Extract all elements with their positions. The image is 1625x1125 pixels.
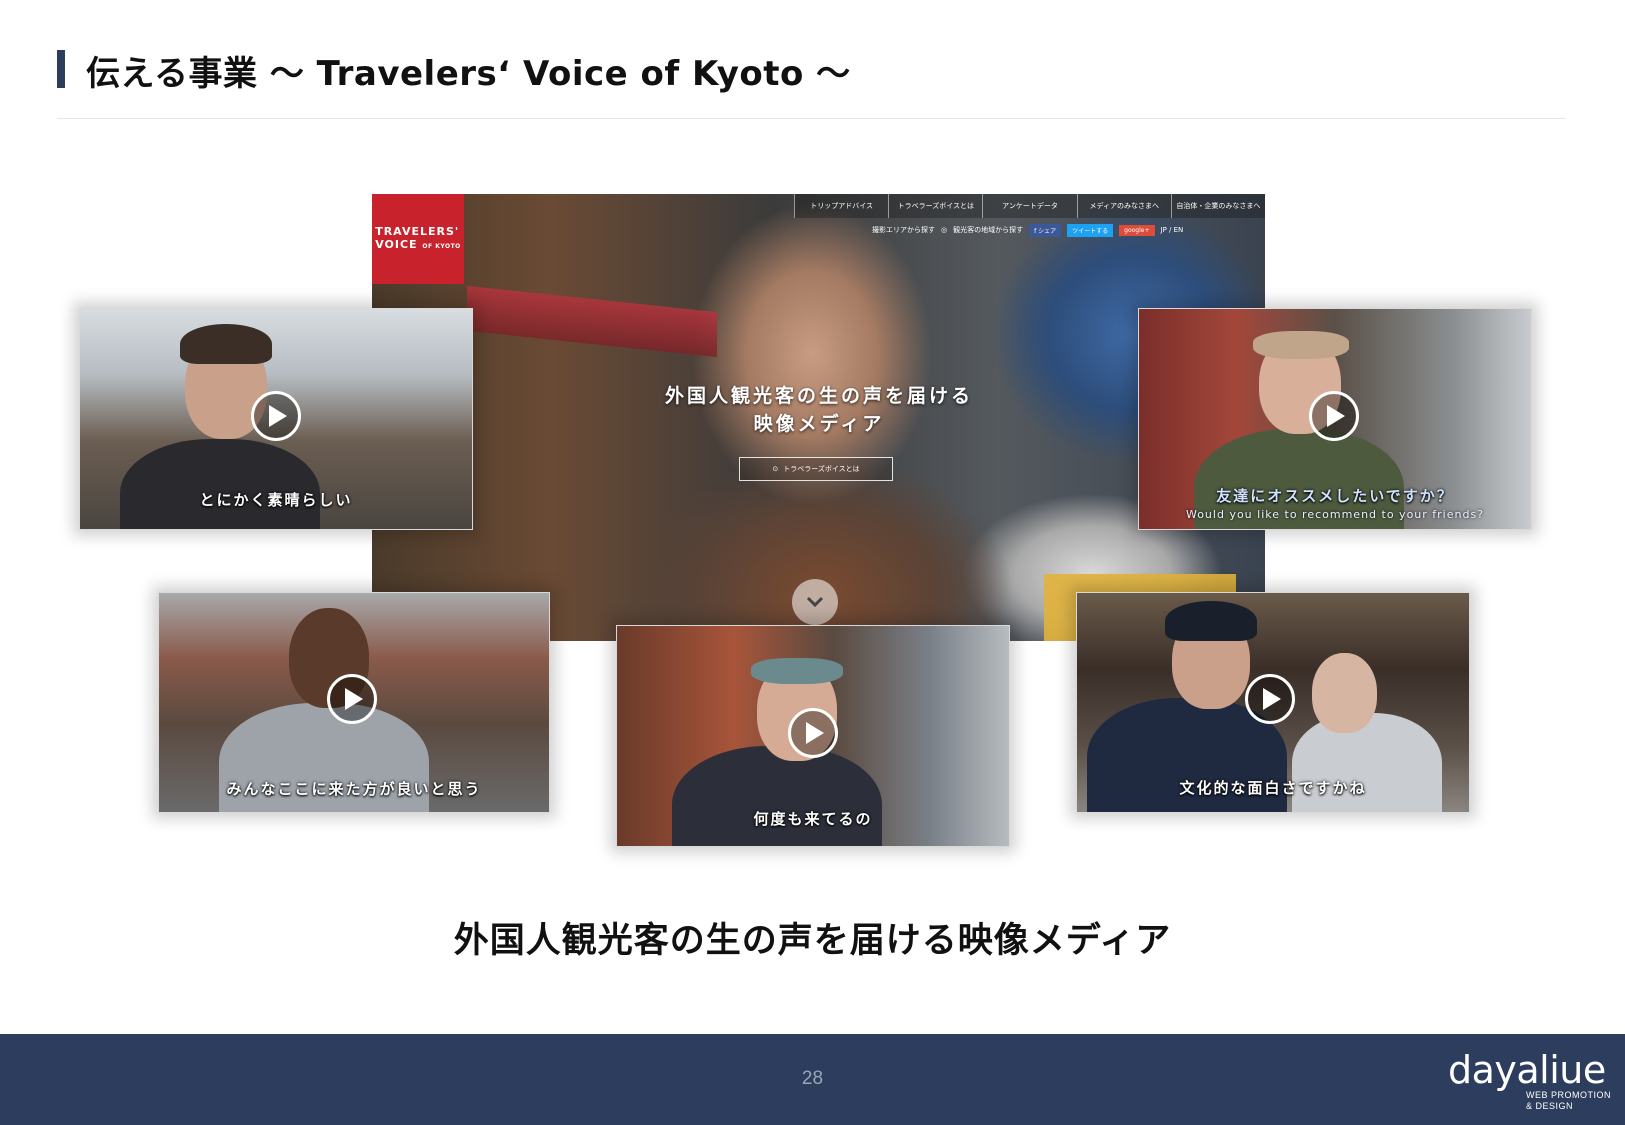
nav-item-survey[interactable]: アンケートデータ	[982, 194, 1076, 218]
play-circle-icon: ⊙	[772, 465, 779, 473]
about-button-label: トラベラーズボイスとは	[783, 465, 860, 473]
video-caption: みんなここに来た方が良いと思う	[226, 780, 482, 798]
video-caption: とにかく素晴らしい	[199, 491, 353, 509]
video-thumbnail[interactable]: 何度も来てるの	[616, 625, 1010, 847]
area-search-link[interactable]: 撮影エリアから探す	[872, 225, 935, 235]
video-caption-english: Would you like to recommend to your frie…	[1185, 508, 1485, 521]
video-caption: 友達にオススメしたいですか？	[1216, 487, 1454, 505]
facebook-share-button[interactable]: f シェア	[1029, 223, 1062, 237]
page-title: 伝える事業 〜 Travelers‘ Voice of Kyoto 〜	[86, 54, 851, 94]
play-button[interactable]	[327, 674, 377, 724]
nav-item-trip-advice[interactable]: トリップアドバイス	[794, 194, 888, 218]
play-button[interactable]	[788, 708, 838, 758]
nav-item-media[interactable]: メディアのみなさまへ	[1076, 194, 1171, 218]
page-number: 28	[801, 1068, 824, 1089]
hero-tagline: 外国人観光客の生の声を届ける 映像メディア	[604, 382, 1034, 438]
title-accent-bar	[57, 50, 65, 88]
logo-small-text: OF KYOTO	[422, 243, 461, 250]
site-logo[interactable]: TRAVELERS' VOICE OF KYOTO	[372, 194, 464, 284]
brand-tagline-2: & DESIGN	[1526, 1101, 1574, 1111]
site-subnav: 撮影エリアから探す ◎ 観光客の地域から探す f シェア ツイートする goog…	[872, 222, 1265, 238]
logo-line2: VOICE	[375, 238, 418, 251]
slide-subtitle: 外国人観光客の生の声を届ける映像メディア	[453, 921, 1172, 961]
chevron-down-icon	[806, 596, 824, 608]
play-icon	[1327, 405, 1345, 427]
video-thumbnail[interactable]: みんなここに来た方が良いと思う	[158, 592, 550, 813]
google-plus-button[interactable]: google+	[1119, 224, 1155, 236]
nav-item-about[interactable]: トラベラーズボイスとは	[888, 194, 982, 218]
website-screenshot: TRAVELERS' VOICE OF KYOTO トリップアドバイス トラベラ…	[372, 194, 1265, 641]
play-icon	[806, 722, 824, 744]
video-thumbnail[interactable]: 友達にオススメしたいですか？ Would you like to recomme…	[1138, 308, 1532, 530]
video-caption: 文化的な面白さですかね	[1179, 779, 1367, 797]
play-icon	[1263, 688, 1281, 710]
globe-icon: ◎	[941, 226, 948, 234]
scroll-down-button[interactable]	[792, 579, 838, 625]
about-button[interactable]: ⊙ トラベラーズボイスとは	[739, 457, 893, 481]
video-thumbnail[interactable]: とにかく素晴らしい	[79, 308, 473, 530]
logo-line1: TRAVELERS'	[375, 225, 460, 238]
site-nav: トリップアドバイス トラベラーズボイスとは アンケートデータ メディアのみなさま…	[794, 194, 1265, 218]
brand-logo: dayaliue WEB PROMOTION & DESIGN	[1448, 1050, 1611, 1112]
play-icon	[345, 688, 363, 710]
brand-name: dayaliue	[1448, 1048, 1606, 1092]
nav-item-business[interactable]: 自治体・企業のみなさまへ	[1170, 194, 1265, 218]
tagline-line1: 外国人観光客の生の声を届ける	[664, 385, 973, 407]
twitter-share-button[interactable]: ツイートする	[1067, 223, 1114, 237]
language-switch[interactable]: JP / EN	[1161, 226, 1184, 234]
title-divider	[57, 118, 1565, 119]
play-button[interactable]	[1309, 391, 1359, 441]
play-icon	[269, 405, 287, 427]
play-button[interactable]	[1245, 674, 1295, 724]
video-thumbnail[interactable]: 文化的な面白さですかね	[1076, 592, 1470, 813]
tagline-line2: 映像メディア	[753, 413, 885, 435]
video-caption: 何度も来てるの	[753, 810, 873, 828]
region-search-link[interactable]: 観光客の地域から探す	[953, 225, 1023, 235]
play-button[interactable]	[251, 391, 301, 441]
